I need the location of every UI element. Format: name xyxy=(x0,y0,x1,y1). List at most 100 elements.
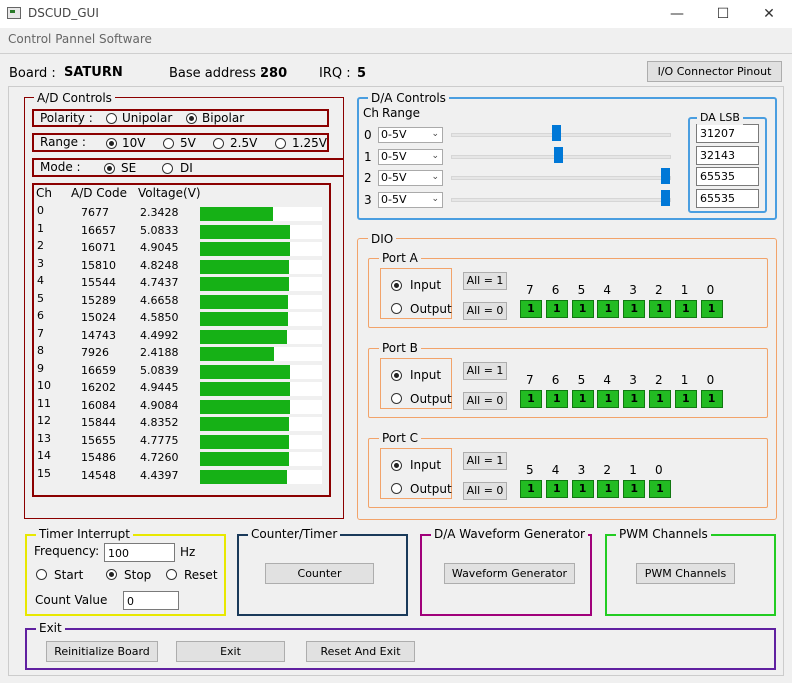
dio-bit-button[interactable]: 1 xyxy=(597,300,620,318)
dio-port-title: Port B xyxy=(379,341,421,355)
ad-code-value: 16071 xyxy=(81,241,116,254)
da-range-select[interactable]: 0-5V ⌄ xyxy=(378,127,443,143)
dio-bit-button[interactable]: 1 xyxy=(520,300,542,318)
ad-code-value: 14743 xyxy=(81,328,116,342)
dio-bit-button[interactable]: 1 xyxy=(674,300,697,318)
dio-bit-label: 4 xyxy=(551,463,560,477)
range-5v-radio[interactable] xyxy=(163,138,174,149)
dio-all-0-button[interactable]: All = 0 xyxy=(463,302,507,320)
dio-all-0-button[interactable]: All = 0 xyxy=(463,392,507,410)
maximize-button[interactable]: ☐ xyxy=(700,0,746,28)
dio-bit-button[interactable]: 1 xyxy=(649,300,671,318)
ad-voltage-value: 5.0833 xyxy=(140,223,179,237)
mode-se-radio[interactable] xyxy=(104,163,115,174)
da-slider-thumb[interactable] xyxy=(661,168,670,184)
dio-bit-button[interactable]: 1 xyxy=(623,300,646,318)
minimize-button[interactable]: — xyxy=(654,0,700,28)
dio-output-radio[interactable] xyxy=(391,393,402,404)
dio-all-0-button[interactable]: All = 0 xyxy=(463,482,507,500)
reset-and-exit-button[interactable]: Reset And Exit xyxy=(306,641,415,662)
unipolar-radio[interactable] xyxy=(106,113,117,124)
dio-input-radio[interactable] xyxy=(391,370,402,381)
dio-input-radio[interactable] xyxy=(391,460,402,471)
counter-button[interactable]: Counter xyxy=(265,563,374,584)
dio-bit-label: 0 xyxy=(706,283,715,297)
dio-port-title: Port C xyxy=(379,431,421,445)
dio-bit-button[interactable]: 1 xyxy=(700,300,723,318)
mode-di-label: DI xyxy=(180,161,193,175)
dio-all-1-button[interactable]: All = 1 xyxy=(463,362,507,380)
base-address-value: 280 xyxy=(260,66,288,81)
ad-voltage-value: 4.4397 xyxy=(140,468,179,482)
dio-bit-button[interactable]: 1 xyxy=(700,390,723,408)
frequency-unit: Hz xyxy=(180,545,196,559)
ad-code-value: 15844 xyxy=(81,416,116,429)
timer-start-radio[interactable] xyxy=(36,569,47,580)
dio-bit-button[interactable]: 1 xyxy=(597,390,620,408)
mode-di-radio[interactable] xyxy=(162,163,173,174)
dio-bit-button[interactable]: 1 xyxy=(597,480,620,498)
bipolar-radio[interactable] xyxy=(186,113,197,124)
dio-input-label: Input xyxy=(410,278,442,292)
da-slider-thumb[interactable] xyxy=(553,146,563,163)
da-range-select[interactable]: 0-5V ⌄ xyxy=(378,191,443,208)
dio-input-radio[interactable] xyxy=(391,280,402,291)
dio-bit-button[interactable]: 1 xyxy=(623,390,646,408)
da-controls-title: D/A Controls xyxy=(368,91,449,105)
range-10v-radio[interactable] xyxy=(106,138,117,149)
da-slider-thumb[interactable] xyxy=(661,189,670,206)
ad-ch-label: 2 xyxy=(37,239,44,252)
da-slider-track xyxy=(451,133,671,137)
da-range-value: 0-5V xyxy=(381,149,407,163)
pwm-channels-button[interactable]: PWM Channels xyxy=(636,563,735,584)
timer-reset-radio[interactable] xyxy=(166,569,177,580)
dio-bit-button[interactable]: 1 xyxy=(649,390,671,408)
ad-code-value: 15289 xyxy=(81,293,116,307)
da-range-select[interactable]: 0-5V ⌄ xyxy=(378,148,443,165)
dio-all-1-button[interactable]: All = 1 xyxy=(463,452,507,470)
dio-bit-button[interactable]: 1 xyxy=(545,390,568,408)
io-pinout-button[interactable]: I/O Connector Pinout xyxy=(647,61,782,82)
dio-bit-button[interactable]: 1 xyxy=(545,300,568,318)
range-1-25v-radio[interactable] xyxy=(275,138,286,149)
dio-bit-button[interactable]: 1 xyxy=(571,390,594,408)
pwm-title: PWM Channels xyxy=(616,527,711,541)
timer-stop-radio[interactable] xyxy=(106,569,117,580)
dio-bit-button[interactable]: 1 xyxy=(571,300,594,318)
exit-button[interactable]: Exit xyxy=(176,641,285,662)
da-slider-thumb[interactable] xyxy=(551,125,561,141)
dio-bit-label: 7 xyxy=(526,283,534,297)
dio-bit-button[interactable]: 1 xyxy=(545,480,568,498)
frequency-label: Frequency: xyxy=(34,544,100,558)
dio-output-radio[interactable] xyxy=(391,303,402,314)
range-2-5v-radio[interactable] xyxy=(213,138,224,149)
ad-ch-label: 3 xyxy=(37,256,44,270)
da-ch-label: 2 xyxy=(364,171,372,185)
dio-bit-button[interactable]: 1 xyxy=(520,480,542,498)
dio-bit-button[interactable]: 1 xyxy=(623,480,646,498)
dio-bit-button[interactable]: 1 xyxy=(674,390,697,408)
dio-all-1-button[interactable]: All = 1 xyxy=(463,272,507,290)
count-value-input[interactable]: 0 xyxy=(123,591,179,610)
ad-level-bar xyxy=(200,364,322,379)
dio-bit-label: 0 xyxy=(655,463,663,477)
timer-title: Timer Interrupt xyxy=(36,527,133,541)
timer-reset-label: Reset xyxy=(184,568,218,582)
waveform-generator-button[interactable]: Waveform Generator xyxy=(444,563,575,584)
chevron-down-icon: ⌄ xyxy=(431,172,439,182)
dio-bit-button[interactable]: 1 xyxy=(520,390,542,408)
range-label: Range : xyxy=(40,135,86,149)
ad-level-bar xyxy=(200,469,322,484)
mode-label: Mode : xyxy=(40,160,81,174)
dio-output-radio[interactable] xyxy=(391,483,402,494)
header-divider xyxy=(0,53,792,54)
da-range-select[interactable]: 0-5V ⌄ xyxy=(378,170,443,186)
reinitialize-board-button[interactable]: Reinitialize Board xyxy=(46,641,158,662)
frequency-input[interactable]: 100 xyxy=(104,543,175,562)
ad-level-bar xyxy=(200,242,322,256)
ad-level-fill xyxy=(200,207,274,221)
dio-bit-button[interactable]: 1 xyxy=(649,480,671,498)
dio-bit-button[interactable]: 1 xyxy=(571,480,594,498)
close-button[interactable]: ✕ xyxy=(746,0,792,28)
range-box: Range : 10V 5V 2.5V 1.25V xyxy=(32,133,329,152)
